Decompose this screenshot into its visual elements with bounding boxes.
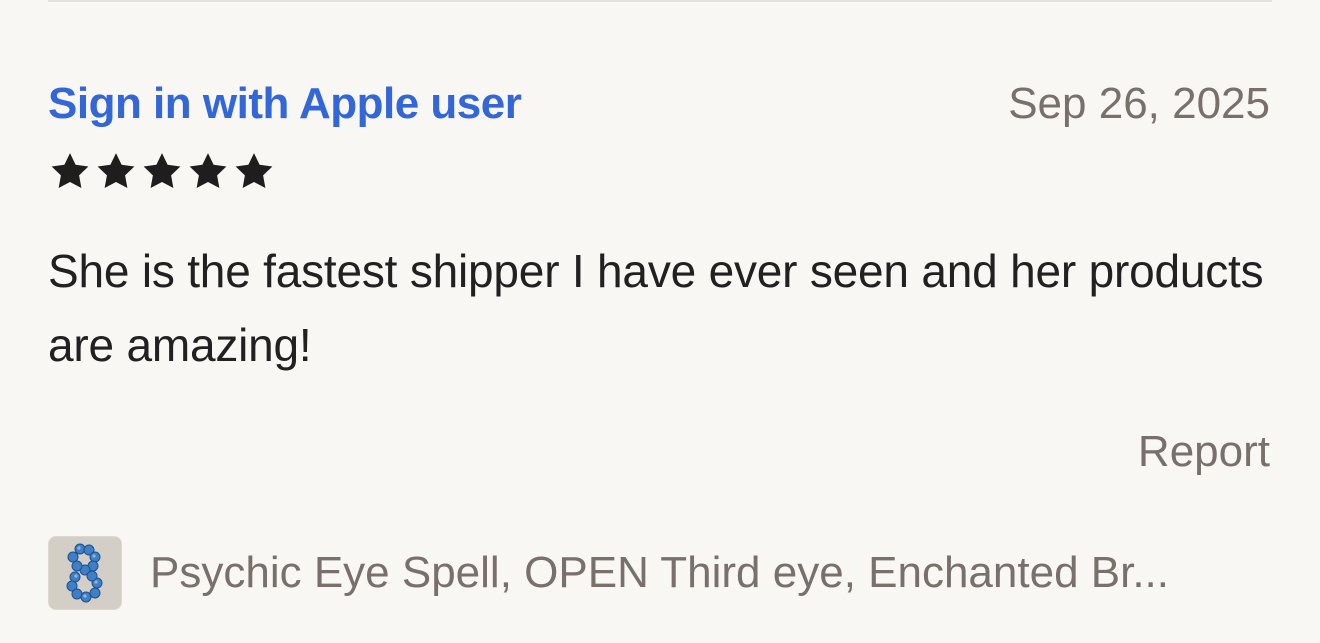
star-icon (235, 153, 273, 188)
product-link[interactable]: Psychic Eye Spell, OPEN Third eye, Encha… (48, 536, 1274, 610)
report-link[interactable]: Report (1138, 424, 1270, 480)
review-text: She is the fastest shipper I have ever s… (48, 245, 1264, 371)
star-rating (48, 150, 276, 192)
product-thumbnail[interactable] (48, 536, 122, 610)
product-title[interactable]: Psychic Eye Spell, OPEN Third eye, Encha… (150, 545, 1274, 601)
star-icon (51, 153, 89, 188)
star-icon (143, 153, 181, 188)
top-divider (48, 0, 1272, 2)
reviewer-name-link[interactable]: Sign in with Apple user (48, 76, 522, 132)
review-date: Sep 26, 2025 (1008, 79, 1270, 128)
star-icon (97, 153, 135, 188)
star-icon (189, 153, 227, 188)
bead-bracelet-thumbnail-icon (49, 537, 121, 609)
